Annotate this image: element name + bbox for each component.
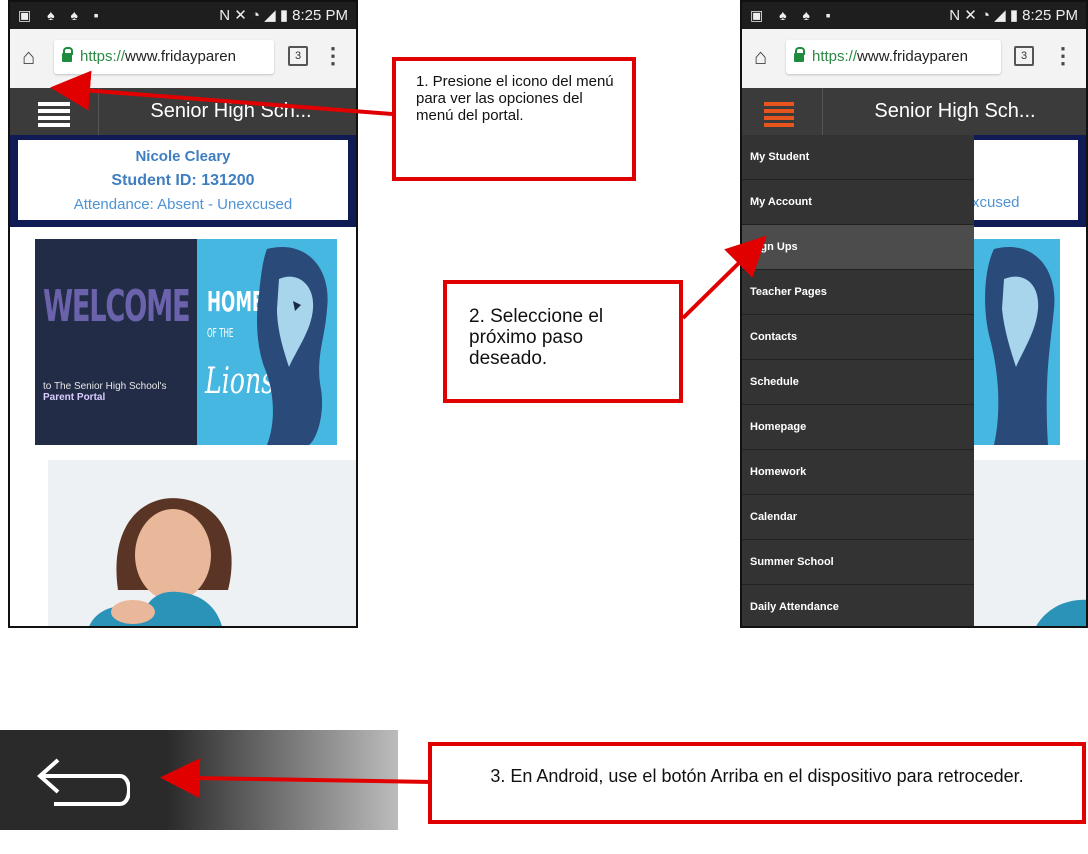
arrow-step-1 (50, 70, 393, 116)
arrow-step-2 (681, 235, 767, 320)
arrow-step-3 (160, 758, 433, 799)
callout-arrows (50, 70, 767, 799)
